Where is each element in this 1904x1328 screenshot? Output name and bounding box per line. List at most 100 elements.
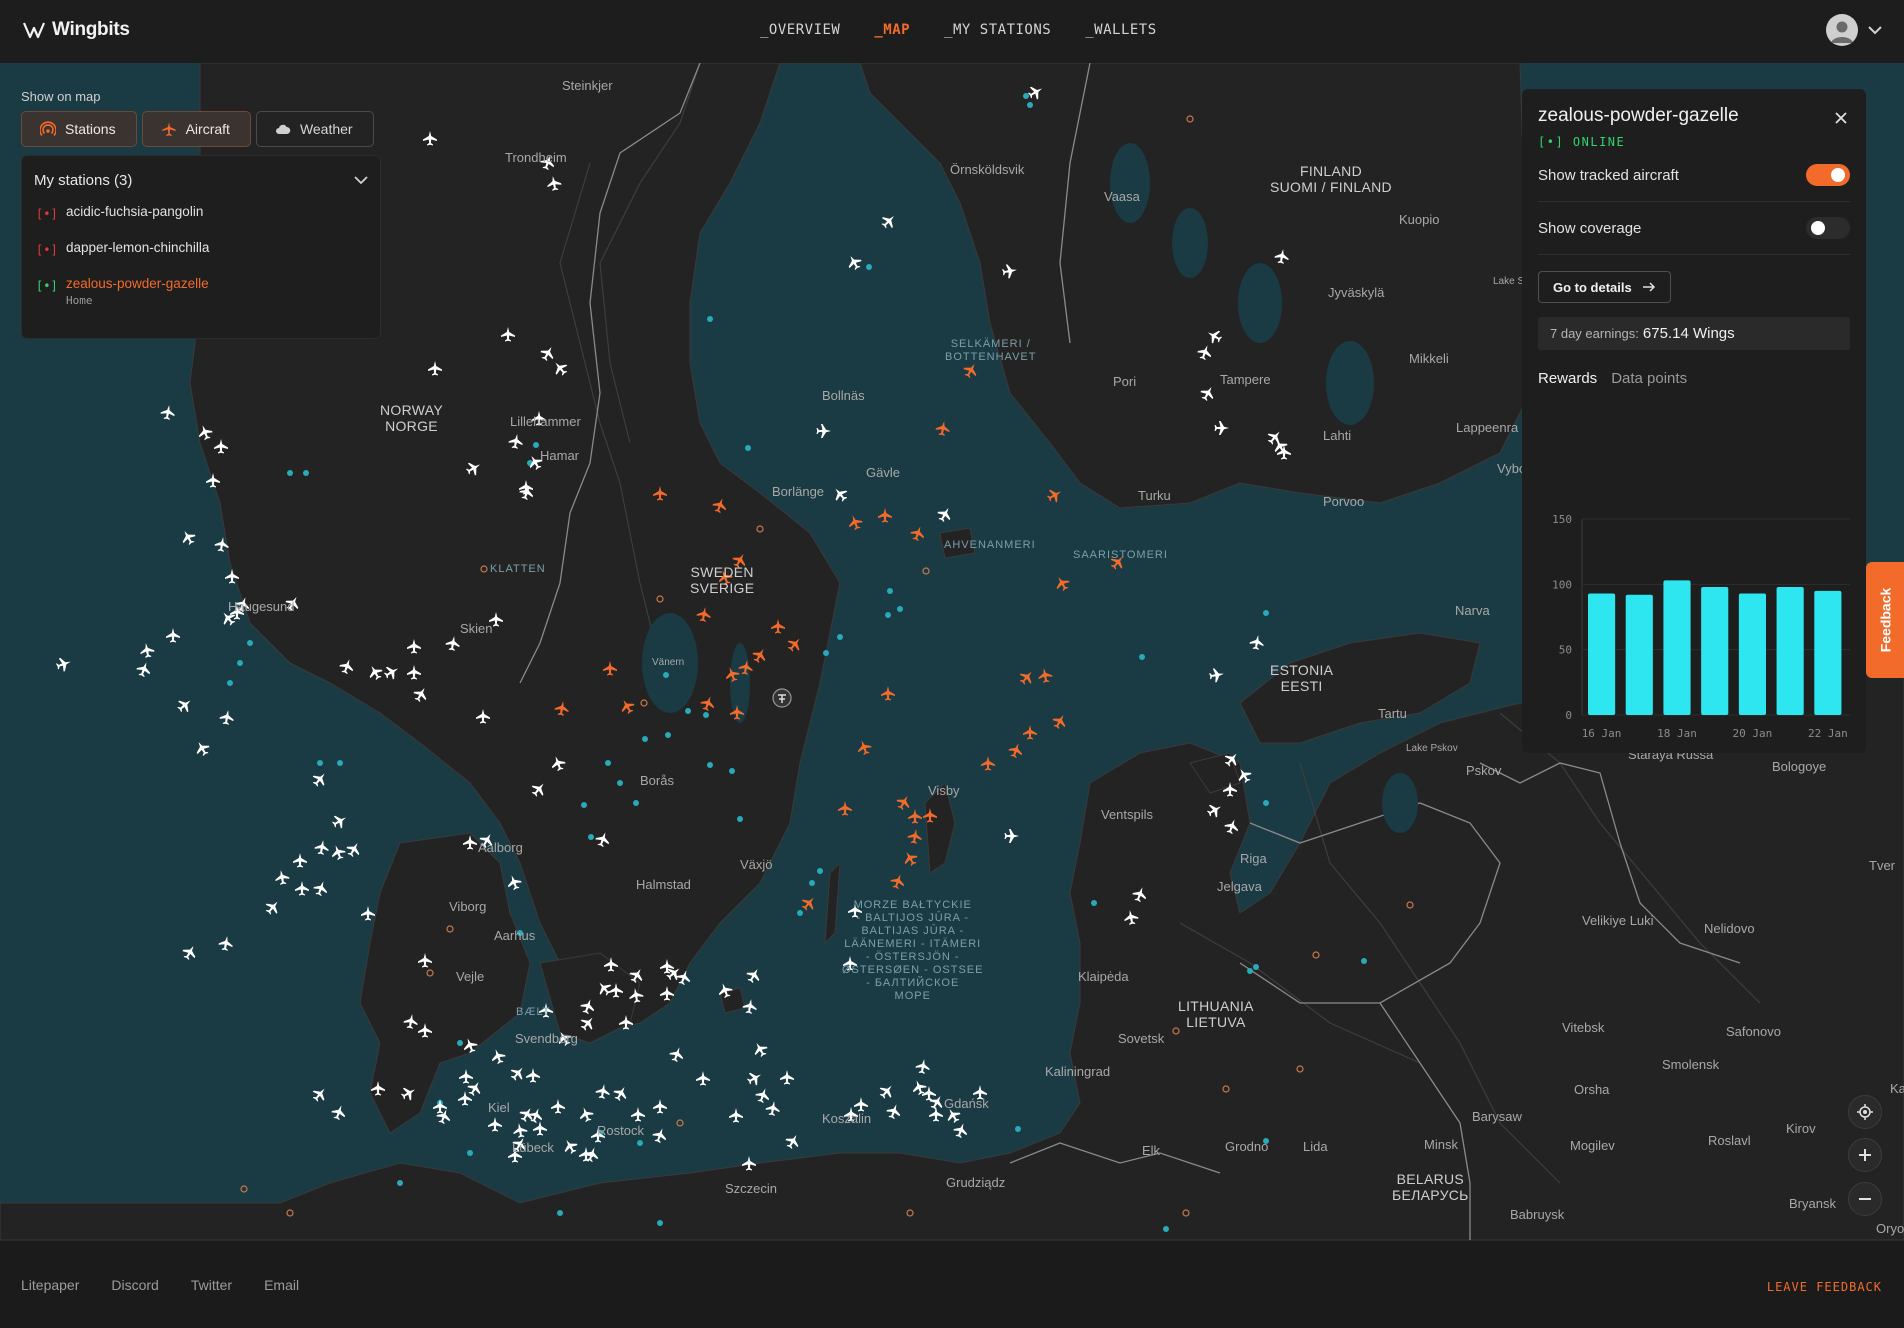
chart-bar[interactable] xyxy=(1588,593,1616,715)
aircraft-icon[interactable] xyxy=(780,1070,794,1085)
aircraft-icon[interactable] xyxy=(907,828,923,845)
aircraft-icon[interactable] xyxy=(175,695,195,715)
aircraft-icon[interactable] xyxy=(139,642,155,659)
aircraft-icon[interactable] xyxy=(433,1099,447,1114)
aircraft-icon[interactable] xyxy=(668,1045,686,1063)
aircraft-icon[interactable] xyxy=(1052,573,1071,593)
aircraft-icon[interactable] xyxy=(855,738,873,756)
aircraft-icon[interactable] xyxy=(696,1071,710,1086)
nav-overview[interactable]: _OVERVIEW xyxy=(760,22,840,38)
footer-link-twitter[interactable]: Twitter xyxy=(191,1277,232,1293)
aircraft-icon[interactable] xyxy=(742,998,758,1015)
aircraft-icon[interactable] xyxy=(361,906,375,921)
aircraft-icon[interactable] xyxy=(981,756,995,771)
nav-map[interactable]: _MAP xyxy=(874,22,910,38)
aircraft-icon[interactable] xyxy=(1208,667,1225,683)
aircraft-icon[interactable] xyxy=(533,1121,547,1136)
aircraft-icon[interactable] xyxy=(274,869,290,886)
chart-bar[interactable] xyxy=(1776,586,1804,715)
aircraft-icon[interactable] xyxy=(754,1086,772,1104)
aircraft-icon[interactable] xyxy=(330,1103,348,1121)
chart-bar[interactable] xyxy=(1663,580,1691,715)
tab-rewards[interactable]: Rewards xyxy=(1538,370,1597,387)
aircraft-icon[interactable] xyxy=(900,848,919,868)
aircraft-icon[interactable] xyxy=(1023,725,1037,740)
go-to-details-button[interactable]: Go to details xyxy=(1538,271,1671,303)
aircraft-icon[interactable] xyxy=(935,504,954,524)
aircraft-icon[interactable] xyxy=(653,1099,667,1114)
aircraft-icon[interactable] xyxy=(577,1105,595,1123)
chart-bar[interactable] xyxy=(1738,593,1767,715)
aircraft-icon[interactable] xyxy=(846,513,864,531)
aircraft-icon[interactable] xyxy=(838,801,852,816)
aircraft-icon[interactable] xyxy=(218,935,234,952)
station-item-acidic-fuchsia-pangolin[interactable]: [•] acidic-fuchsia-pangolin xyxy=(22,204,380,240)
aircraft-icon[interactable] xyxy=(952,1121,970,1139)
aircraft-icon[interactable] xyxy=(844,252,863,272)
profile-menu[interactable] xyxy=(1826,14,1882,46)
aircraft-icon[interactable] xyxy=(314,839,330,856)
aircraft-icon[interactable] xyxy=(877,1081,897,1101)
aircraft-icon[interactable] xyxy=(310,1084,330,1104)
aircraft-icon[interactable] xyxy=(909,524,927,542)
aircraft-icon[interactable] xyxy=(922,1086,936,1101)
zoom-in-button[interactable] xyxy=(1848,1138,1882,1172)
aircraft-icon[interactable] xyxy=(344,839,363,859)
aircraft-icon[interactable] xyxy=(595,1083,611,1100)
locate-button[interactable] xyxy=(1848,1095,1882,1129)
aircraft-icon[interactable] xyxy=(551,1099,565,1114)
aircraft-icon[interactable] xyxy=(894,792,913,812)
aircraft-icon[interactable] xyxy=(750,1039,769,1059)
chart-bar[interactable] xyxy=(1701,586,1729,715)
footer-link-discord[interactable]: Discord xyxy=(111,1277,158,1293)
show-tracked-aircraft-toggle[interactable] xyxy=(1806,164,1850,186)
aircraft-icon[interactable] xyxy=(560,1136,579,1156)
aircraft-icon[interactable] xyxy=(879,211,899,231)
layer-aircraft-button[interactable]: Aircraft xyxy=(141,111,251,147)
selected-station-marker[interactable] xyxy=(772,688,792,710)
layer-weather-button[interactable]: Weather xyxy=(255,111,374,147)
my-stations-header[interactable]: My stations (3) xyxy=(22,156,380,204)
aircraft-icon[interactable] xyxy=(312,879,330,897)
aircraft-icon[interactable] xyxy=(219,709,235,726)
aircraft-icon[interactable] xyxy=(889,872,907,890)
aircraft-icon[interactable] xyxy=(1249,634,1265,651)
leave-feedback-link[interactable]: LEAVE FEEDBACK xyxy=(1767,1280,1882,1294)
aircraft-icon[interactable] xyxy=(1050,711,1069,731)
zoom-out-button[interactable] xyxy=(1848,1182,1882,1216)
aircraft-icon[interactable] xyxy=(293,853,307,868)
aircraft-icon[interactable] xyxy=(178,527,197,547)
aircraft-icon[interactable] xyxy=(631,1107,645,1122)
brand-logo[interactable]: Wingbits xyxy=(22,18,130,42)
aircraft-icon[interactable] xyxy=(310,769,330,789)
chevron-down-icon[interactable] xyxy=(354,175,368,185)
layer-stations-button[interactable]: Stations xyxy=(21,111,137,147)
aircraft-icon[interactable] xyxy=(854,1097,868,1112)
aircraft-icon[interactable] xyxy=(929,1107,943,1122)
aircraft-icon[interactable] xyxy=(263,897,283,917)
chart-bar[interactable] xyxy=(1814,590,1842,715)
aircraft-icon[interactable] xyxy=(295,881,309,896)
chart-bar[interactable] xyxy=(1625,594,1653,715)
aircraft-icon[interactable] xyxy=(329,843,347,861)
tab-data-points[interactable]: Data points xyxy=(1611,370,1687,387)
aircraft-icon[interactable] xyxy=(459,1069,473,1084)
aircraft-icon[interactable] xyxy=(192,738,211,758)
aircraft-icon[interactable] xyxy=(55,655,73,673)
aircraft-icon[interactable] xyxy=(1004,829,1020,843)
aircraft-icon[interactable] xyxy=(135,660,153,678)
aircraft-icon[interactable] xyxy=(881,686,895,701)
aircraft-icon[interactable] xyxy=(435,1107,453,1125)
footer-link-email[interactable]: Email xyxy=(264,1277,299,1293)
aircraft-icon[interactable] xyxy=(527,1106,545,1124)
aircraft-icon[interactable] xyxy=(729,1108,743,1123)
aircraft-icon[interactable] xyxy=(1037,667,1053,684)
aircraft-icon[interactable] xyxy=(878,508,892,523)
aircraft-icon[interactable] xyxy=(488,1117,502,1132)
aircraft-icon[interactable] xyxy=(915,1058,931,1075)
aircraft-icon[interactable] xyxy=(908,809,922,824)
aircraft-icon[interactable] xyxy=(508,1063,528,1083)
aircraft-icon[interactable] xyxy=(489,1047,507,1065)
nav-my-stations[interactable]: _MY STATIONS xyxy=(944,22,1051,38)
aircraft-icon[interactable] xyxy=(512,1122,528,1139)
